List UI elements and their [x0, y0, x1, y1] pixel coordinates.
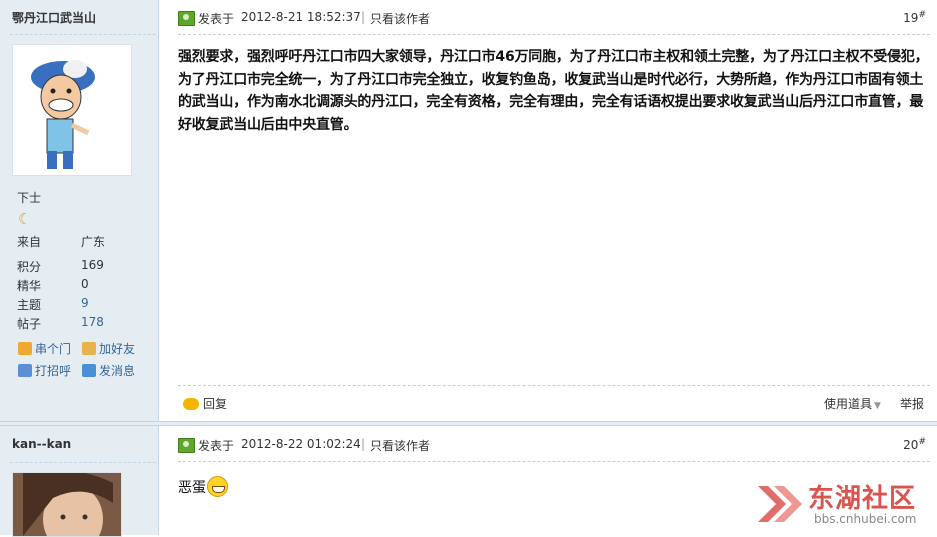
info-posts: 帖子 178 [17, 315, 157, 333]
report-button[interactable]: 举报 [900, 395, 924, 412]
posted-label: 发表于 [198, 12, 235, 26]
info-label: 精华 [17, 279, 42, 293]
post-content-text: 恶蛋 [178, 479, 206, 496]
greet-button[interactable]: 打招呼 [18, 362, 71, 379]
separator: | [361, 10, 366, 24]
info-label: 主题 [17, 298, 42, 312]
message-button[interactable]: 发消息 [82, 362, 135, 379]
add-friend-button[interactable]: 加好友 [82, 340, 135, 357]
post-header: 发表于 2012-8-22 01:02:24 | 只看该作者 20# [178, 435, 930, 455]
info-value: 0 [81, 277, 89, 291]
logo-url: bbs.cnhubei.com [814, 512, 917, 526]
floor-value: 19 [903, 11, 919, 25]
posted-label: 发表于 [198, 439, 235, 453]
avatar-photo [13, 473, 121, 536]
visit-label: 串个门 [35, 342, 72, 356]
post-content: 强烈要求，强烈呼吁丹江口市四大家领导，丹江口市46万同胞，为了丹江口市主权和领土… [178, 49, 929, 133]
floor-number[interactable]: 20# [903, 437, 926, 452]
reply-icon [183, 397, 199, 410]
logo-name: 东湖社区 [808, 484, 917, 514]
info-label: 来自 [17, 235, 42, 249]
online-status-icon [178, 438, 195, 453]
avatar-caricature [31, 60, 95, 169]
post-separator [0, 421, 937, 426]
info-points: 积分 169 [17, 258, 157, 276]
info-value-link[interactable]: 178 [81, 315, 104, 329]
handshake-icon [82, 342, 96, 355]
moon-icon: ☾ [18, 210, 32, 228]
add-friend-label: 加好友 [99, 342, 136, 356]
home-icon [18, 342, 32, 355]
online-status-icon [178, 11, 195, 26]
info-value-link[interactable]: 9 [81, 296, 89, 310]
info-from: 来自 广东 [17, 233, 157, 251]
info-threads: 主题 9 [17, 296, 157, 314]
divider [10, 462, 156, 463]
author-name[interactable]: kan--kan [12, 437, 71, 451]
floor-number[interactable]: 19# [903, 10, 926, 25]
reply-button[interactable]: 回复 [183, 395, 227, 412]
avatar[interactable] [12, 472, 122, 537]
watermark-logo: 东湖社区 bbs.cnhubei.com [752, 478, 932, 530]
only-author-link[interactable]: 只看该作者 [370, 10, 430, 27]
info-value: 广东 [81, 235, 106, 249]
separator: | [361, 437, 366, 451]
wave-icon [18, 364, 32, 377]
mail-icon [82, 364, 96, 377]
floor-mark: # [918, 10, 926, 20]
message-label: 发消息 [99, 364, 136, 378]
divider [178, 385, 930, 386]
use-tool-label: 使用道具 [824, 397, 873, 411]
only-author-link[interactable]: 只看该作者 [370, 437, 430, 454]
visit-button[interactable]: 串个门 [18, 340, 71, 357]
greet-label: 打招呼 [35, 364, 72, 378]
info-digest: 精华 0 [17, 277, 157, 295]
grin-emoji-icon [207, 476, 228, 497]
floor-value: 20 [903, 438, 919, 452]
post-content: 恶蛋 [178, 476, 228, 497]
logo-mark-icon [758, 486, 802, 522]
post-time: 2012-8-21 18:52:37 [241, 10, 361, 24]
avatar[interactable] [12, 44, 132, 176]
info-value: 169 [81, 258, 104, 272]
info-label: 帖子 [17, 317, 42, 331]
chevron-down-icon: ▼ [874, 401, 881, 411]
floor-mark: # [918, 437, 926, 447]
post-header: 发表于 2012-8-21 18:52:37 | 只看该作者 19# [178, 8, 930, 28]
post-time: 2012-8-22 01:02:24 [241, 437, 361, 451]
divider [178, 34, 930, 35]
reply-label: 回复 [203, 397, 228, 411]
info-label: 积分 [17, 260, 42, 274]
divider [10, 34, 156, 35]
divider [178, 461, 930, 462]
use-tool-dropdown[interactable]: 使用道具 ▼ [824, 395, 881, 412]
author-name[interactable]: 鄂丹江口武当山 [12, 9, 96, 26]
user-rank: 下士 [17, 191, 42, 205]
